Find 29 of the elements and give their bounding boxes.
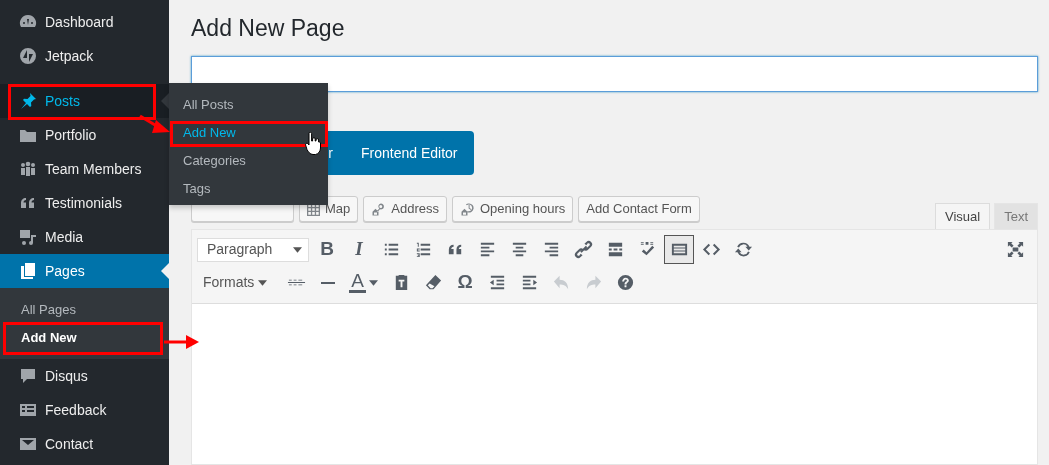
sidebar-menu-item[interactable]: Contact — [0, 427, 169, 461]
sidebar-menu-item[interactable]: Portfolio — [0, 118, 169, 152]
sidebar-menu-item[interactable]: Testimonials — [0, 186, 169, 220]
sidebar-menu-item[interactable]: Dashboard — [0, 5, 169, 39]
editor-tab[interactable]: Text — [994, 203, 1038, 229]
sidebar-menu-item[interactable]: Team Members — [0, 152, 169, 186]
formats-menu-button[interactable]: Formats — [197, 272, 274, 293]
submenu-item[interactable]: All Pages — [0, 296, 169, 324]
flyout-menu-item[interactable]: All Posts — [169, 91, 328, 119]
flyout-menu-item[interactable]: Categories — [169, 147, 328, 175]
sidebar-menu-item[interactable]: Disqus — [0, 359, 169, 393]
editor-tab[interactable]: Visual — [934, 203, 991, 229]
submenu-item[interactable]: Add New — [0, 324, 169, 352]
sidebar-menu-item[interactable]: Media — [0, 220, 169, 254]
media-toolbar-button[interactable]: Opening hours — [452, 196, 574, 222]
media-toolbar-button[interactable]: Add Contact Form — [578, 196, 700, 222]
page-title: Add New Page — [191, 14, 346, 43]
format-select[interactable]: Paragraph — [197, 237, 309, 262]
sidebar-menu-item[interactable]: Posts — [0, 84, 169, 118]
sidebar-menu-item[interactable]: Pages — [0, 254, 169, 288]
sidebar-menu-item[interactable]: Feedback — [0, 393, 169, 427]
text-color-button[interactable]: A — [345, 268, 383, 297]
toolbar-button[interactable]: Ω — [450, 268, 481, 297]
editor-mode-button[interactable]: Frontend Editor — [345, 131, 474, 175]
toolbar-button[interactable]: I — [344, 235, 374, 264]
media-toolbar-button[interactable]: Address — [363, 196, 447, 222]
sidebar-menu-item[interactable]: Jetpack — [0, 39, 169, 73]
toolbar-button[interactable]: B — [312, 235, 342, 264]
flyout-menu-item[interactable]: Add New — [169, 119, 328, 147]
